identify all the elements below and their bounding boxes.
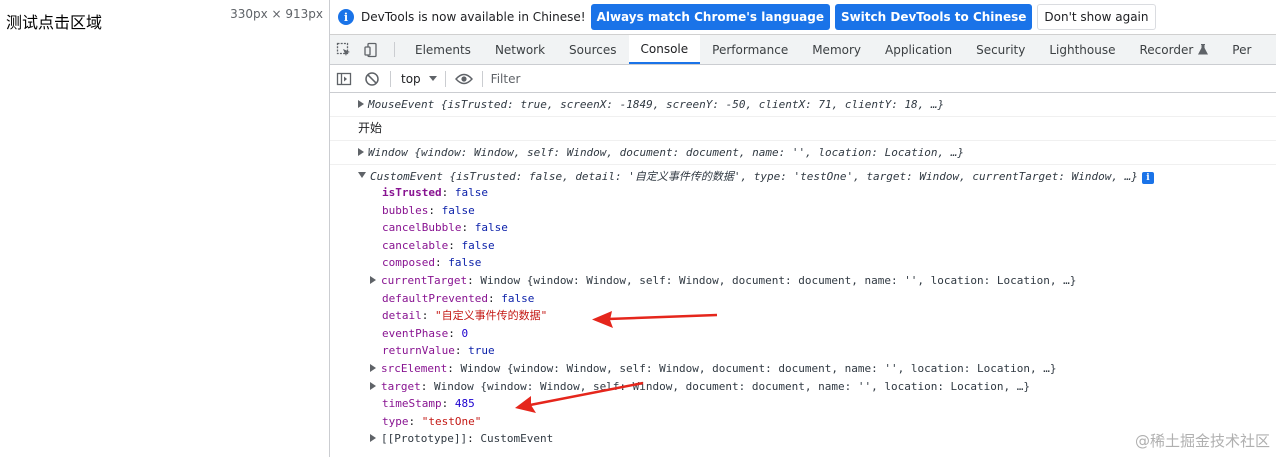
console-message-log: 开始 — [330, 117, 1276, 141]
eye-icon[interactable] — [450, 65, 478, 93]
sidebar-toggle-icon[interactable] — [330, 65, 358, 93]
match-language-button[interactable]: Always match Chrome's language — [590, 4, 830, 30]
tab-security[interactable]: Security — [964, 35, 1037, 64]
devtools-panel: i DevTools is now available in Chinese! … — [330, 0, 1276, 457]
dont-show-again-button[interactable]: Don't show again — [1037, 4, 1156, 30]
expand-triangle-icon[interactable] — [370, 381, 376, 390]
info-icon: i — [338, 9, 354, 25]
prop-target[interactable]: target: Window {window: Window, self: Wi… — [370, 378, 1276, 396]
toolbar-separator — [481, 70, 483, 87]
tab-memory[interactable]: Memory — [800, 35, 873, 64]
context-value: top — [401, 71, 421, 86]
object-properties: isTrusted: false bubbles: false cancelBu… — [330, 184, 1276, 448]
toolbar-separator — [390, 70, 391, 87]
prop-composed: composed: false — [382, 256, 482, 270]
click-area[interactable]: 测试点击区域 — [6, 9, 102, 33]
prop-cancelbubble: cancelBubble: false — [382, 221, 508, 235]
tab-sources[interactable]: Sources — [557, 35, 628, 64]
switch-to-chinese-button[interactable]: Switch DevTools to Chinese — [834, 4, 1033, 30]
prop-defaultprevented: defaultPrevented: false — [382, 291, 535, 305]
object-preview: {window: Window, self: Window, document:… — [414, 146, 965, 159]
tab-performance[interactable]: Performance — [700, 35, 800, 64]
object-preview: {isTrusted: true, screenX: -1849, screen… — [440, 98, 945, 111]
clear-console-icon[interactable] — [358, 65, 386, 93]
tab-lighthouse[interactable]: Lighthouse — [1037, 35, 1127, 64]
infobar-message: DevTools is now available in Chinese! — [361, 10, 586, 24]
filter-input[interactable] — [490, 71, 791, 86]
inspect-element-icon[interactable] — [330, 35, 358, 64]
page-viewport: 测试点击区域 330px × 913px — [0, 0, 329, 457]
collapse-triangle-icon[interactable] — [358, 172, 366, 178]
prop-timestamp: timeStamp: 485 — [382, 397, 475, 411]
prop-bubbles: bubbles: false — [382, 203, 475, 217]
console-message-customevent[interactable]: CustomEvent {isTrusted: false, detail: '… — [330, 165, 1276, 452]
tab-console[interactable]: Console — [628, 35, 701, 64]
tab-performance-insights[interactable]: Per — [1220, 35, 1263, 64]
object-type: CustomEvent — [370, 170, 443, 183]
flask-icon — [1198, 44, 1209, 55]
prop-eventphase: eventPhase: 0 — [382, 326, 469, 340]
console-message-window[interactable]: Window {window: Window, self: Window, do… — [330, 141, 1276, 165]
tab-recorder[interactable]: Recorder — [1128, 35, 1221, 64]
prop-detail: detail: "自定义事件传的数据" — [382, 309, 548, 323]
chevron-down-icon — [428, 76, 437, 81]
info-badge-icon[interactable]: i — [1141, 172, 1154, 184]
tab-recorder-label: Recorder — [1139, 42, 1194, 57]
expand-triangle-icon[interactable] — [358, 148, 364, 156]
language-infobar: i DevTools is now available in Chinese! … — [330, 0, 1276, 35]
prop-returnvalue: returnValue: true — [382, 344, 495, 358]
tab-separator — [394, 42, 395, 57]
context-selector[interactable]: top — [395, 72, 441, 86]
viewport-size-label: 330px × 913px — [230, 7, 323, 21]
prop-currenttarget[interactable]: currentTarget: Window {window: Window, s… — [370, 272, 1276, 290]
tab-elements[interactable]: Elements — [403, 35, 483, 64]
expand-triangle-icon[interactable] — [358, 100, 364, 108]
tab-application[interactable]: Application — [873, 35, 964, 64]
prop-type: type: "testOne" — [382, 414, 482, 428]
toolbar-separator — [444, 70, 446, 87]
console-messages: MouseEvent {isTrusted: true, screenX: -1… — [330, 93, 1276, 452]
prop-cancelable: cancelable: false — [382, 238, 495, 252]
watermark: @稀土掘金技术社区 — [1134, 432, 1270, 450]
object-preview: {isTrusted: false, detail: '自定义事件传的数据', … — [449, 170, 1138, 183]
console-message-mouseevent[interactable]: MouseEvent {isTrusted: true, screenX: -1… — [330, 93, 1276, 117]
tab-network[interactable]: Network — [483, 35, 557, 64]
expand-triangle-icon[interactable] — [370, 275, 376, 284]
object-type: Window — [368, 146, 408, 159]
expand-triangle-icon[interactable] — [370, 434, 376, 443]
prop-istrusted: isTrusted: false — [382, 186, 488, 199]
devtools-tabbar: Elements Network Sources Console Perform… — [330, 35, 1276, 65]
prop-srcelement[interactable]: srcElement: Window {window: Window, self… — [370, 360, 1276, 378]
log-text: 开始 — [358, 121, 383, 135]
expand-triangle-icon[interactable] — [370, 363, 376, 372]
console-toolbar: top — [330, 65, 1276, 93]
object-type: MouseEvent — [368, 98, 435, 111]
device-toolbar-icon[interactable] — [358, 35, 386, 64]
